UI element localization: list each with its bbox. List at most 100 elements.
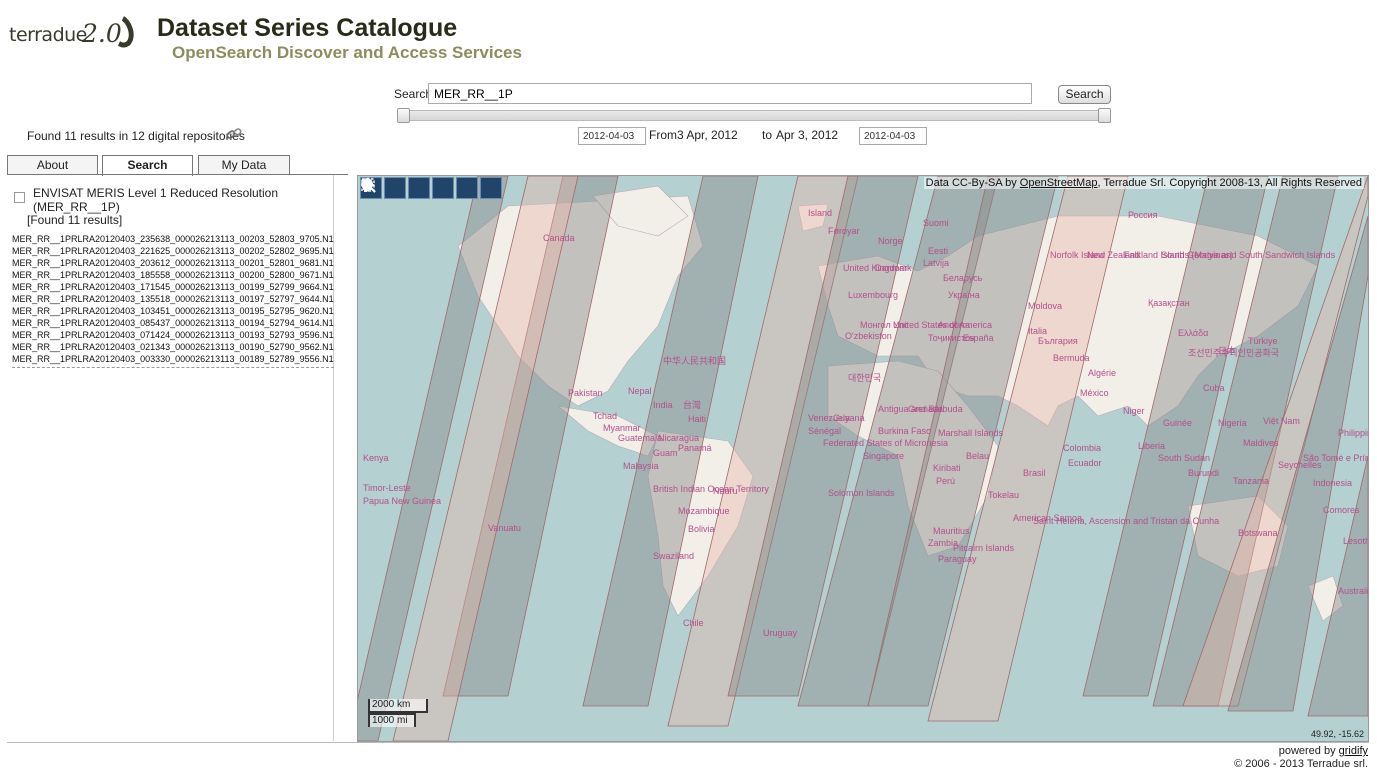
attribution-prefix: Data CC-By-SA by	[925, 177, 1020, 189]
map-place-label: Comores	[1323, 505, 1360, 515]
map-place-label: Luxembourg	[848, 290, 898, 300]
map-place-label: 中华人民共和国	[663, 355, 726, 366]
map-place-label: Marshall Islands	[938, 428, 1004, 438]
zoom-out-icon[interactable]	[361, 177, 454, 199]
map-place-label: Nepal	[628, 386, 652, 396]
map-place-label: Brasil	[1023, 468, 1046, 478]
map-place-label: Norge	[878, 236, 903, 246]
pan-icon[interactable]	[361, 177, 406, 199]
result-item[interactable]: MER_RR__1PRLRA20120403_171545_0000262131…	[12, 281, 334, 293]
map-place-label: Қазақстан	[1148, 298, 1190, 308]
to-label: to	[762, 128, 773, 142]
map-place-label: Grenada	[908, 404, 943, 414]
slider-start-handle[interactable]	[397, 108, 410, 123]
map-place-label: Lesotho	[1343, 536, 1368, 546]
map-place-label: Timor-Leste	[363, 483, 411, 493]
map-viewer[interactable]: Island Canada Føroyar Suomi Россия Norge Eesti…	[357, 175, 1369, 742]
map-place-label: Tokelau	[988, 490, 1019, 500]
map-place-label: Pakistan	[568, 388, 603, 398]
mouse-coordinates: 49.92, -15.62	[1310, 729, 1364, 739]
slider-end-handle[interactable]	[1098, 108, 1111, 123]
world-map[interactable]: Island Canada Føroyar Suomi Россия Norge Eesti…	[358, 176, 1368, 741]
map-place-label: Singapore	[863, 451, 904, 461]
result-item[interactable]: MER_RR__1PRLRA20120403_003330_0000262131…	[12, 353, 334, 365]
map-place-label: Kenya	[363, 453, 389, 463]
map-place-label: Sénégal	[808, 426, 841, 436]
result-item[interactable]: MER_RR__1PRLRA20120403_071424_0000262131…	[12, 329, 334, 341]
map-attribution: Data CC-By-SA by OpenStreetMap, Terradue…	[923, 177, 1364, 189]
footer: powered by gridify © 2006 - 2013 Terradu…	[1234, 745, 1368, 771]
results-list: MER_RR__1PRLRA20120403_235638_0000262131…	[12, 233, 334, 368]
gridify-link[interactable]: gridify	[1339, 745, 1368, 757]
map-place-label: 대한민국	[848, 373, 881, 383]
result-item[interactable]: MER_RR__1PRLRA20120403_221625_0000262131…	[12, 245, 334, 257]
map-place-label: Ελλάδα	[1178, 328, 1208, 338]
tab-search[interactable]: Search	[102, 155, 193, 176]
map-place-label: 台灣	[683, 399, 701, 410]
map-place-label: Tchad	[593, 411, 617, 421]
openstreetmap-link[interactable]: OpenStreetMap	[1020, 177, 1098, 189]
from-date: 3 Apr, 2012	[677, 128, 738, 142]
result-item[interactable]: MER_RR__1PRLRA20120403_135518_0000262131…	[12, 293, 334, 305]
to-date: Apr 3, 2012	[776, 128, 839, 142]
map-place-label: Latvija	[923, 258, 949, 268]
map-place-label: Uruguay	[763, 628, 798, 638]
map-place-label: Türkiye	[1248, 336, 1278, 346]
map-place-label: Solomon Islands	[828, 488, 895, 498]
zoom-box-icon[interactable]	[361, 177, 478, 199]
map-place-label: Philippines	[1338, 428, 1368, 438]
end-date-field[interactable]	[859, 127, 927, 145]
map-place-label: Paraguay	[938, 554, 977, 564]
map-place-label: Bolivia	[688, 524, 715, 534]
map-place-label: Burkina Faso	[878, 426, 931, 436]
result-item[interactable]: MER_RR__1PRLRA20120403_185558_0000262131…	[12, 269, 334, 281]
map-place-label: 日本	[1218, 345, 1236, 356]
map-place-label: Suomi	[923, 218, 949, 228]
result-item[interactable]: MER_RR__1PRLRA20120403_203612_0000262131…	[12, 257, 334, 269]
map-place-label: Kiribati	[933, 463, 961, 473]
link-icon[interactable]	[225, 126, 243, 142]
scale-km: 2000 km	[368, 699, 428, 713]
collapse-toggle-icon[interactable]	[14, 192, 25, 203]
map-place-label: India	[653, 400, 673, 410]
result-item[interactable]: MER_RR__1PRLRA20120403_235638_0000262131…	[12, 233, 334, 245]
tab-my-data[interactable]: My Data	[198, 155, 290, 175]
series-title[interactable]: ENVISAT MERIS Level 1 Reduced Resolution…	[33, 186, 283, 214]
map-place-label: Nauru	[713, 486, 738, 496]
tab-about[interactable]: About	[7, 155, 98, 175]
result-item[interactable]: MER_RR__1PRLRA20120403_103451_0000262131…	[12, 305, 334, 317]
map-place-label: Bermuda	[1053, 353, 1090, 363]
logo-wordmark: terradue	[9, 24, 87, 46]
map-place-label: South Georgia and South Sandwich Islands	[1161, 250, 1336, 260]
result-item[interactable]: MER_RR__1PRLRA20120403_021343_0000262131…	[12, 341, 334, 353]
search-input[interactable]	[428, 83, 1032, 104]
map-place-label: Danmark	[875, 263, 912, 273]
search-button[interactable]: Search	[1058, 85, 1111, 104]
page-title: Dataset Series Catalogue	[157, 14, 458, 42]
map-place-label: България	[1038, 336, 1078, 346]
terradue-logo: terradue 2.0	[9, 10, 139, 54]
map-place-label: Guyana	[833, 413, 865, 423]
map-place-label: Eesti	[928, 246, 948, 256]
map-place-label: España	[963, 333, 994, 343]
date-range-slider[interactable]	[397, 110, 1111, 121]
tab-divider	[7, 174, 348, 175]
search-label: Search	[394, 87, 433, 101]
result-item[interactable]: MER_RR__1PRLRA20120403_085437_0000262131…	[12, 317, 334, 329]
map-place-label: Island	[808, 208, 832, 218]
copyright: © 2006 - 2013 Terradue srl.	[1234, 758, 1368, 770]
map-place-label: Україна	[948, 290, 980, 300]
map-place-label: Ecuador	[1068, 458, 1102, 468]
map-place-label: Myanmar	[603, 423, 641, 433]
map-place-label: Swaziland	[653, 551, 694, 561]
map-place-label: Pitcairn Islands	[953, 543, 1015, 553]
page-subtitle: OpenSearch Discover and Access Services	[172, 43, 522, 62]
map-place-label: Malaysia	[623, 461, 659, 471]
map-place-label: Беларусь	[943, 273, 983, 283]
map-place-label: Papua New Guinea	[363, 496, 441, 506]
zoom-in-icon[interactable]	[361, 177, 430, 199]
map-place-label: Maldives	[1243, 438, 1279, 448]
map-place-label: Guinée	[1163, 418, 1192, 428]
start-date-field[interactable]	[578, 127, 646, 145]
info-icon[interactable]	[364, 177, 502, 199]
